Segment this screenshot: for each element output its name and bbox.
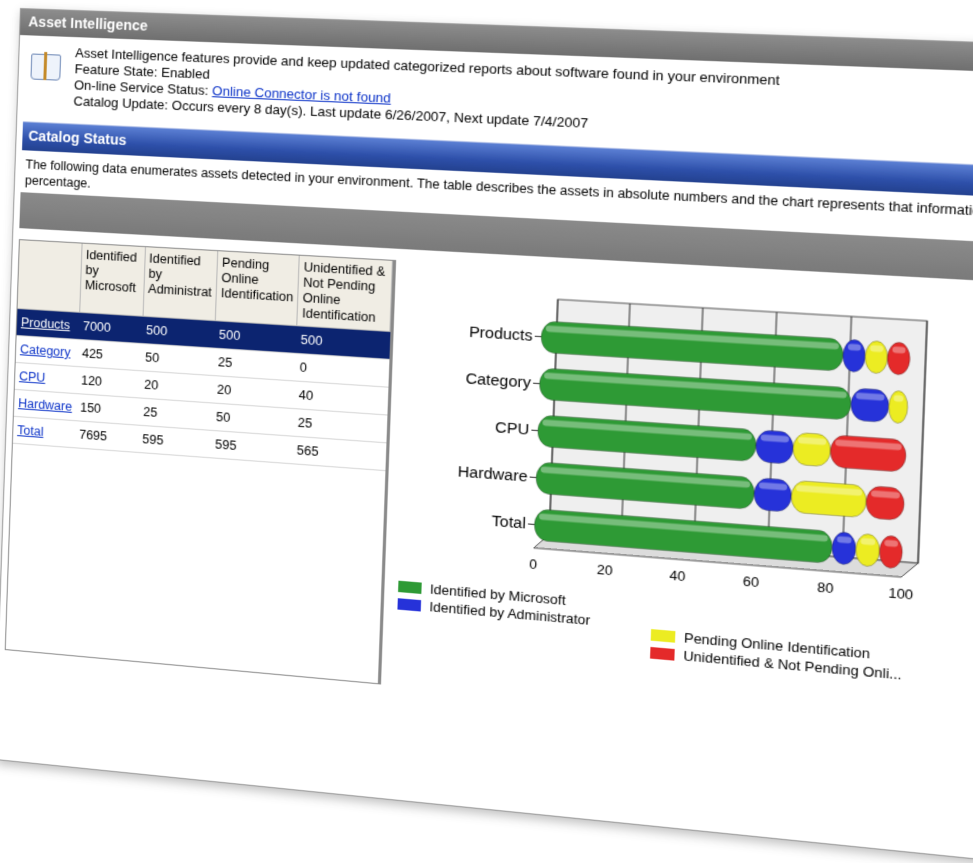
legend-swatch xyxy=(398,581,422,594)
table-cell: 565 xyxy=(292,436,386,470)
book-icon xyxy=(30,49,61,82)
category-label: Hardware xyxy=(457,463,527,486)
asset-table-panel: Identified by MicrosoftIdentified by Adm… xyxy=(5,239,396,684)
row-label-cell: Category xyxy=(16,335,79,366)
x-tick-label: 60 xyxy=(743,573,760,590)
category-label: Category xyxy=(465,370,532,392)
bar-highlight xyxy=(870,345,883,352)
bar-segment xyxy=(850,388,889,423)
category-tick xyxy=(528,524,534,525)
category-label: Products xyxy=(469,324,533,346)
table-cell: 595 xyxy=(211,430,294,463)
table-cell: 7695 xyxy=(75,421,139,453)
bar-highlight xyxy=(892,346,905,353)
asset-intelligence-window: Asset Intelligence Asset Intelligence fe… xyxy=(0,8,973,863)
bar-highlight xyxy=(848,344,861,351)
category-label: CPU xyxy=(495,419,530,439)
row-label-cell: Total xyxy=(13,416,76,447)
x-tick-label: 20 xyxy=(597,561,613,578)
table-cell: 7000 xyxy=(78,312,142,343)
legend-swatch xyxy=(397,598,421,611)
column-header[interactable] xyxy=(18,240,82,312)
catalog-content: Identified by MicrosoftIdentified by Adm… xyxy=(1,239,973,855)
asset-chart: Products Category CPU Hardware Total 0 20 40 60 8… xyxy=(385,279,973,725)
category-label: Total xyxy=(491,513,526,533)
bar-segment xyxy=(755,430,793,464)
asset-table: Identified by MicrosoftIdentified by Adm… xyxy=(13,240,393,471)
column-header[interactable]: Identified by Administrat xyxy=(143,247,218,321)
column-header[interactable]: Pending Online Identification xyxy=(215,251,299,326)
table-cell: 595 xyxy=(138,425,212,458)
bar-segment xyxy=(866,486,905,521)
row-link[interactable]: Category xyxy=(20,342,71,359)
x-tick-label: 40 xyxy=(669,567,686,584)
row-label-cell: Products xyxy=(17,309,80,340)
column-header[interactable]: Unidentified & Not Pending Online Identi… xyxy=(297,256,392,332)
x-tick-label: 100 xyxy=(888,585,913,603)
table-cell: 120 xyxy=(77,367,141,398)
bar-segment xyxy=(793,432,832,467)
column-header[interactable]: Identified by Microsoft xyxy=(79,244,145,317)
row-label-cell: CPU xyxy=(15,362,78,393)
row-link[interactable]: Total xyxy=(17,423,44,439)
x-tick-label: 80 xyxy=(817,579,834,596)
x-tick-label: 0 xyxy=(529,556,537,572)
table-cell: 425 xyxy=(77,339,141,370)
row-link[interactable]: CPU xyxy=(19,369,46,385)
legend-swatch xyxy=(651,629,676,643)
bar-segment xyxy=(754,478,792,513)
row-link[interactable]: Hardware xyxy=(18,396,72,414)
legend-swatch xyxy=(650,647,675,661)
asset-chart-panel: Products Category CPU Hardware Total 0 20 40 60 8… xyxy=(384,279,973,738)
row-link[interactable]: Products xyxy=(21,315,71,332)
